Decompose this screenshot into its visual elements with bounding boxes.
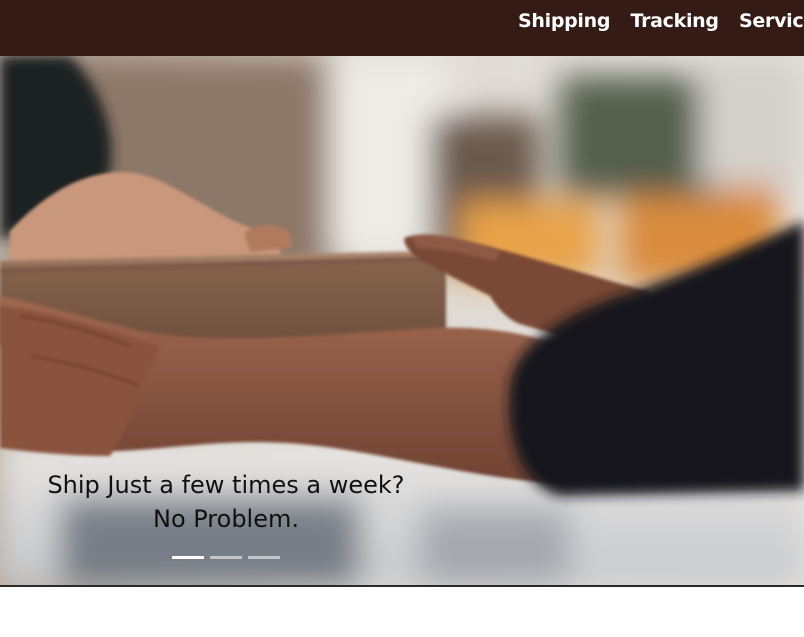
carousel-indicator-2[interactable] [210,556,242,559]
carousel-indicator-3[interactable] [248,556,280,559]
top-navbar: Shipping Tracking Services [0,0,804,56]
carousel-indicator-1[interactable] [172,556,204,559]
main-nav: Shipping Tracking Services [518,10,804,32]
nav-link-shipping[interactable]: Shipping [518,10,610,32]
hero-bottom-divider [0,585,804,587]
hero-caption-line-2: No Problem. [152,505,299,533]
hero-caption: Ship Just a few times a week? No Problem… [0,468,452,536]
nav-link-services[interactable]: Services [739,10,804,32]
hero-caption-line-1: Ship Just a few times a week? [47,471,405,499]
hero-carousel: Ship Just a few times a week? No Problem… [0,56,804,585]
nav-link-tracking[interactable]: Tracking [631,10,720,32]
